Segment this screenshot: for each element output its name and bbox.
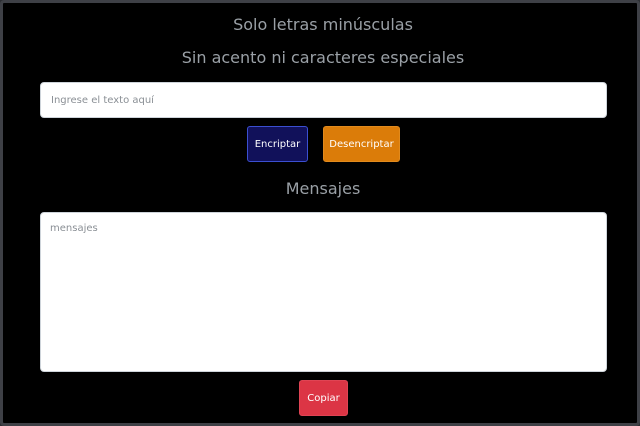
decrypt-button[interactable]: Desencriptar [323,126,400,162]
text-input[interactable] [40,82,607,118]
rule-lowercase-heading: Solo letras minúsculas [233,15,413,34]
messages-heading: Mensajes [285,179,361,198]
encrypt-button[interactable]: Encriptar [247,126,308,162]
app-frame: Solo letras minúsculas Sin acento ni car… [0,0,640,426]
copy-button[interactable]: Copiar [299,380,348,416]
rule-no-accents-heading: Sin acento ni caracteres especiales [181,48,465,67]
messages-output[interactable] [40,212,607,372]
